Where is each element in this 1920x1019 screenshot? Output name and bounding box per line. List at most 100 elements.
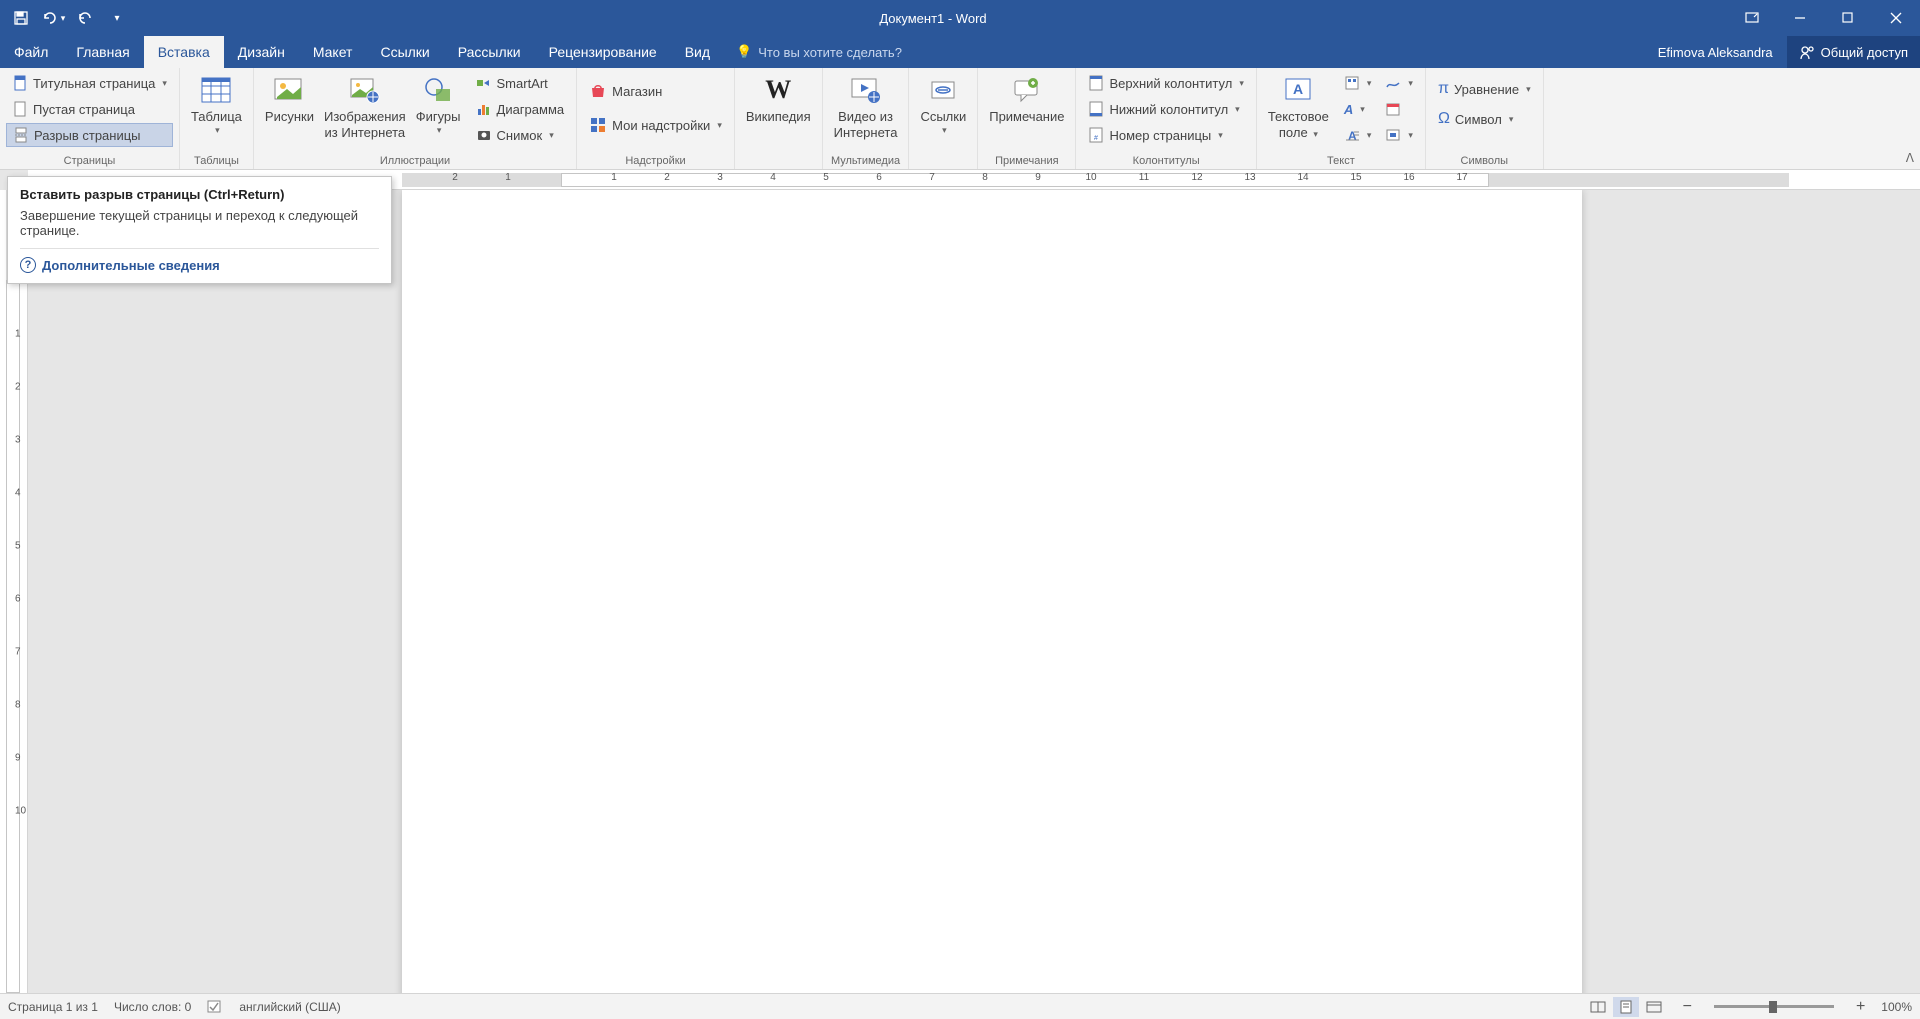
equation-button[interactable]: π Уравнение▾ [1432,77,1537,101]
user-name[interactable]: Efimova Aleksandra [1644,36,1787,68]
document-workarea: 12345678910 [0,190,1920,993]
header-button[interactable]: Верхний колонтитул▾ [1082,71,1249,95]
shapes-button[interactable]: Фигуры ▾ [411,71,466,137]
tell-me[interactable]: 💡 Что вы хотите сделать? [724,36,914,68]
ribbon-display-options[interactable] [1728,0,1776,36]
tab-review[interactable]: Рецензирование [535,36,671,68]
wordart-icon: A [1344,102,1353,117]
zoom-in-button[interactable]: + [1856,998,1865,1016]
document-page[interactable] [402,190,1582,993]
screenshot-button[interactable]: Снимок▾ [470,123,571,147]
footer-icon [1088,101,1104,117]
quick-access-toolbar: ▾ ▾ [0,5,138,31]
save-button[interactable] [8,5,34,31]
page-scroll-container[interactable] [28,190,1920,993]
table-icon [199,73,233,107]
zoom-level[interactable]: 100% [1881,1000,1912,1014]
group-text: A Текстовое поле ▾ ▾ A▾ A▾ ▾ ▾ Текст [1257,68,1426,169]
chart-button[interactable]: Диаграмма [470,97,571,121]
group-pages: Титульная страница▾ Пустая страница Разр… [0,68,180,169]
object-button[interactable]: ▾ [1379,123,1419,147]
group-wikipedia: W Википедия [735,68,823,169]
page-break-button[interactable]: Разрыв страницы [6,123,173,147]
status-language[interactable]: английский (США) [239,1000,340,1014]
view-read-mode[interactable] [1585,997,1611,1017]
status-words[interactable]: Число слов: 0 [114,1000,191,1014]
store-button[interactable]: Магазин [583,79,728,103]
zoom-slider[interactable] [1714,1005,1834,1008]
ribbon-tabs: Файл Главная Вставка Дизайн Макет Ссылки… [0,36,1920,68]
tooltip-more-link[interactable]: ? Дополнительные сведения [20,248,379,273]
group-label-illustrations: Иллюстрации [260,155,570,169]
wikipedia-button[interactable]: W Википедия [741,71,816,127]
view-web-layout[interactable] [1641,997,1667,1017]
tab-references[interactable]: Ссылки [366,36,443,68]
window-title: Документ1 - Word [138,11,1728,26]
pagenum-icon: # [1088,127,1104,143]
smartart-button[interactable]: SmartArt [470,71,571,95]
datetime-button[interactable] [1379,97,1419,121]
header-icon [1088,75,1104,91]
svg-text:A: A [1293,81,1303,97]
links-button[interactable]: Ссылки ▾ [915,71,971,137]
redo-button[interactable] [72,5,98,31]
share-button[interactable]: Общий доступ [1787,36,1920,68]
tab-layout[interactable]: Макет [299,36,367,68]
quickparts-button[interactable]: ▾ [1338,71,1378,95]
maximize-button[interactable] [1824,0,1872,36]
status-proofing-icon[interactable] [207,1000,223,1014]
symbol-icon: Ω [1438,110,1450,128]
status-page[interactable]: Страница 1 из 1 [8,1000,98,1014]
cover-page-button[interactable]: Титульная страница▾ [6,71,173,95]
tab-home[interactable]: Главная [62,36,143,68]
tab-insert[interactable]: Вставка [144,36,224,68]
chart-icon [476,101,492,117]
minimize-button[interactable] [1776,0,1824,36]
help-icon: ? [20,257,36,273]
qat-customize[interactable]: ▾ [104,5,130,31]
tab-file[interactable]: Файл [0,36,62,68]
group-links: Ссылки ▾ [909,68,978,169]
dropcap-button[interactable]: A▾ [1338,123,1378,147]
view-print-layout[interactable] [1613,997,1639,1017]
tab-view[interactable]: Вид [671,36,724,68]
footer-button[interactable]: Нижний колонтитул▾ [1082,97,1249,121]
object-icon [1385,127,1401,143]
undo-button[interactable]: ▾ [40,5,66,31]
table-button[interactable]: Таблица ▾ [186,71,247,137]
symbol-button[interactable]: Ω Символ▾ [1432,107,1537,131]
pictures-icon [272,73,306,107]
quickparts-icon [1344,75,1360,91]
tab-mailings[interactable]: Рассылки [444,36,535,68]
online-video-button[interactable]: Видео из Интернета [829,71,903,142]
tab-design[interactable]: Дизайн [224,36,299,68]
wordart-button[interactable]: A▾ [1338,97,1378,121]
zoom-out-button[interactable]: − [1683,998,1692,1016]
blank-page-button[interactable]: Пустая страница [6,97,173,121]
group-label-text: Текст [1263,155,1419,169]
group-symbols: π Уравнение▾ Ω Символ▾ Символы [1426,68,1544,169]
textbox-icon: A [1281,73,1315,107]
vertical-ruler[interactable]: 12345678910 [0,190,28,993]
link-icon [926,73,960,107]
group-label-media: Мультимедиа [829,155,903,169]
group-illustrations: Рисунки Изображения из Интернета Фигуры … [254,68,577,169]
share-icon [1799,44,1815,60]
comment-button[interactable]: Примечание [984,71,1069,127]
page-number-button[interactable]: # Номер страницы▾ [1082,123,1249,147]
my-addins-button[interactable]: Мои надстройки▾ [583,113,728,137]
collapse-ribbon-button[interactable]: ᐱ [1906,151,1914,165]
pictures-button[interactable]: Рисунки [260,71,319,127]
title-bar: ▾ ▾ Документ1 - Word [0,0,1920,36]
cover-page-icon [12,75,28,91]
group-label-pages: Страницы [6,155,173,169]
view-buttons [1585,997,1667,1017]
svg-text:A: A [1348,129,1357,143]
status-bar: Страница 1 из 1 Число слов: 0 английский… [0,993,1920,1019]
share-label: Общий доступ [1821,45,1908,60]
signature-button[interactable]: ▾ [1379,71,1419,95]
online-pictures-button[interactable]: Изображения из Интернета [319,71,411,142]
close-button[interactable] [1872,0,1920,36]
textbox-button[interactable]: A Текстовое поле ▾ [1263,71,1334,142]
group-label-addins: Надстройки [583,155,728,169]
